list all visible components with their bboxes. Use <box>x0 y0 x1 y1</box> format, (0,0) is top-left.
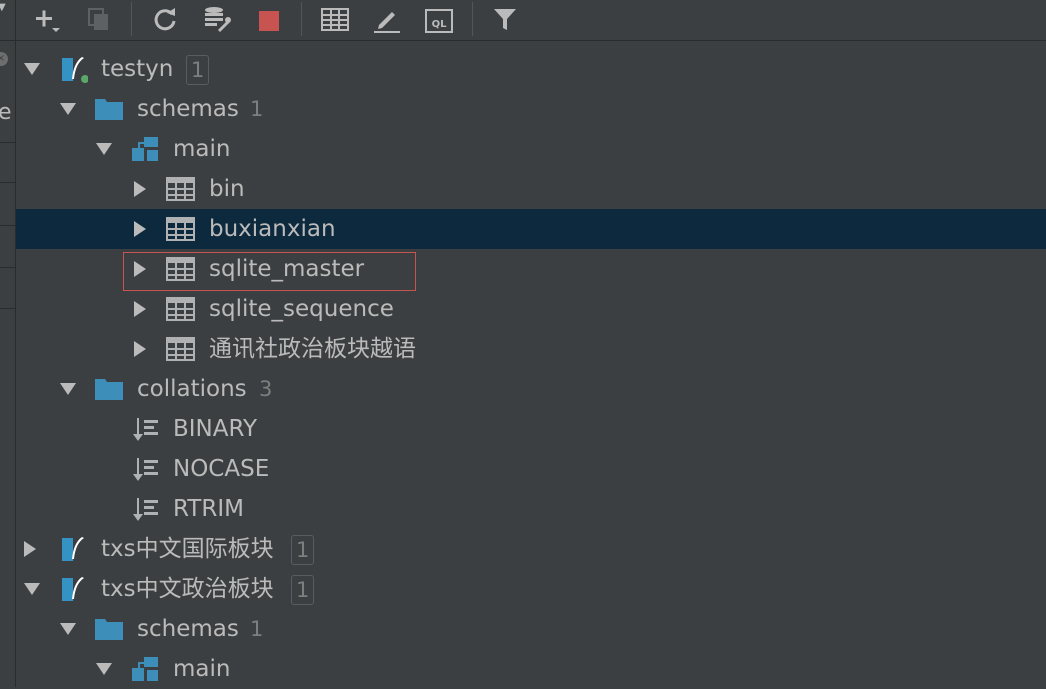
tree-node-table[interactable]: bin <box>16 169 1046 209</box>
datasource-icon <box>62 57 88 83</box>
folder-icon <box>95 379 123 400</box>
edit-button[interactable] <box>372 4 402 34</box>
tree-node-main[interactable]: main <box>16 129 1046 169</box>
tree-node-label: schemas <box>137 96 239 122</box>
close-icon[interactable]: × <box>0 52 8 66</box>
highlight-box <box>123 252 416 291</box>
refresh-button[interactable] <box>150 4 180 34</box>
database-wrench-icon <box>205 7 231 33</box>
chevron-down-icon[interactable] <box>24 581 40 597</box>
tree-node-collation[interactable]: RTRIM <box>16 489 1046 529</box>
tree-node-label: main <box>173 136 231 162</box>
chevron-right-icon[interactable] <box>132 301 148 317</box>
tree-node-label: schemas <box>137 616 239 642</box>
tree-node-label: collations <box>137 376 247 402</box>
ql-icon: QL <box>425 9 453 33</box>
table-icon <box>166 297 195 321</box>
tree-node-label: BINARY <box>173 416 258 442</box>
tree-node-label: txs中文政治板块 <box>101 576 274 602</box>
tree-node-label: main <box>173 656 231 682</box>
chevron-down-icon[interactable] <box>96 661 112 677</box>
chevron-down-icon[interactable] <box>24 61 40 77</box>
left-panel-letter: e <box>0 100 12 125</box>
chevron-right-icon[interactable] <box>132 181 148 197</box>
filter-icon <box>494 9 516 30</box>
refresh-icon <box>154 8 176 31</box>
table-icon <box>321 8 349 31</box>
tree-node-testyn[interactable]: testyn 1 <box>16 49 1046 89</box>
datasource-icon <box>62 577 84 601</box>
child-count-badge: 1 <box>291 535 315 565</box>
tree-node-label: NOCASE <box>173 456 270 482</box>
schema-icon <box>132 137 158 161</box>
table-icon <box>166 217 195 241</box>
tree-node-datasource[interactable]: txs中文政治板块 1 <box>16 569 1046 609</box>
tree-node-label: bin <box>209 176 245 202</box>
chevron-down-icon[interactable] <box>60 101 76 117</box>
table-icon <box>166 177 195 201</box>
sort-collation-icon <box>133 458 158 481</box>
tree-node-table[interactable]: 通讯社政治板块越语 <box>16 329 1046 369</box>
tree-node-schemas[interactable]: schemas 1 <box>16 89 1046 129</box>
child-count: 1 <box>250 97 264 121</box>
plus-dropdown-icon <box>36 10 60 32</box>
tree-node-table[interactable]: sqlite_sequence <box>16 289 1046 329</box>
tree-node-label: RTRIM <box>173 496 244 522</box>
filter-button[interactable] <box>490 4 520 34</box>
folder-icon <box>95 619 123 640</box>
datasource-icon <box>62 537 84 561</box>
table-icon <box>166 337 195 361</box>
folder-icon <box>95 99 123 120</box>
add-button[interactable] <box>32 4 62 34</box>
chevron-down-icon[interactable]: ▼ <box>0 2 8 13</box>
copy-icon <box>88 8 108 30</box>
sort-collation-icon <box>133 498 158 521</box>
tree-node-collation[interactable]: NOCASE <box>16 449 1046 489</box>
tree-node-main[interactable]: main <box>16 649 1046 689</box>
chevron-down-icon[interactable] <box>60 381 76 397</box>
chevron-right-icon[interactable] <box>22 541 38 557</box>
chevron-right-icon[interactable] <box>132 341 148 357</box>
tree-node-label: txs中文国际板块 <box>101 536 274 562</box>
left-panel-strip: ▼ × e <box>0 0 15 687</box>
tree-node-collation[interactable]: BINARY <box>16 409 1046 449</box>
chevron-down-icon[interactable] <box>60 621 76 637</box>
sort-collation-icon <box>133 418 158 441</box>
table-view-button[interactable] <box>320 4 350 34</box>
duplicate-button[interactable] <box>84 4 114 34</box>
svg-text:QL: QL <box>432 19 448 30</box>
tree-node-label: buxianxian <box>209 216 336 242</box>
tree-node-collations[interactable]: collations 3 <box>16 369 1046 409</box>
child-count: 1 <box>250 617 264 641</box>
child-count-badge: 1 <box>291 575 315 605</box>
chevron-right-icon[interactable] <box>132 221 148 237</box>
tree-node-table-selected[interactable]: buxianxian <box>16 209 1046 249</box>
db-settings-button[interactable] <box>202 4 232 34</box>
sql-console-button[interactable]: QL <box>424 4 454 34</box>
stop-button[interactable] <box>254 4 284 34</box>
tree-node-label: testyn <box>101 56 174 82</box>
database-toolbar: QL <box>16 0 1046 41</box>
schema-icon <box>132 657 158 681</box>
stop-icon <box>259 11 279 31</box>
child-count-badge: 1 <box>186 55 210 85</box>
tree-node-datasource[interactable]: txs中文国际板块 1 <box>16 529 1046 569</box>
pencil-icon <box>374 12 400 33</box>
tree-node-label: 通讯社政治板块越语 <box>209 336 416 362</box>
child-count: 3 <box>259 377 273 401</box>
tree-node-schemas[interactable]: schemas 1 <box>16 609 1046 649</box>
chevron-down-icon[interactable] <box>96 141 112 157</box>
tree-node-label: sqlite_sequence <box>209 296 394 322</box>
